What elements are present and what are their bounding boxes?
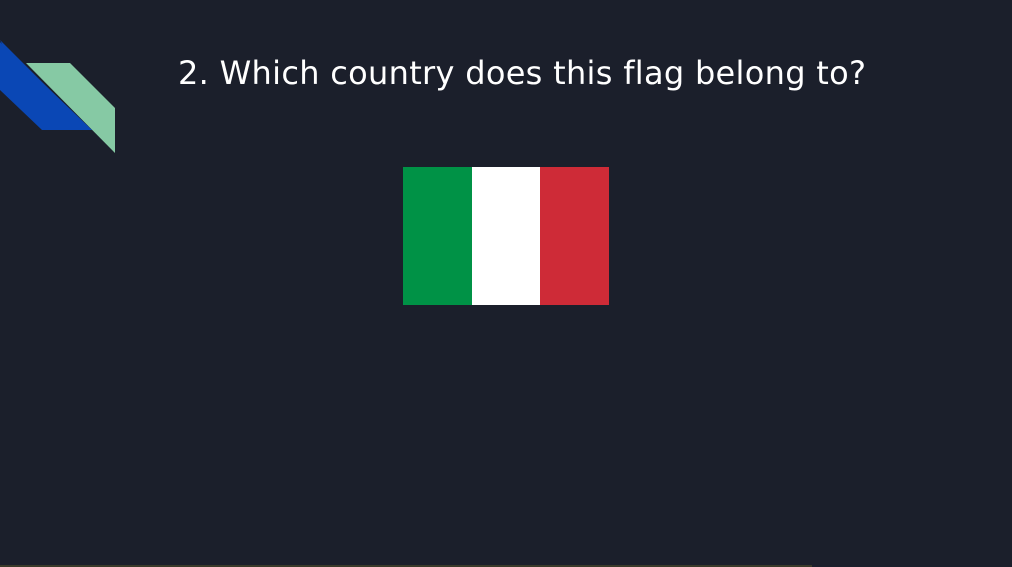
question-title: 2. Which country does this flag belong t…: [178, 54, 867, 92]
slide: 2. Which country does this flag belong t…: [0, 0, 1012, 567]
corner-ribbon-decoration: [0, 40, 115, 153]
flag-stripe-white: [471, 167, 541, 305]
flag-stripe-green: [403, 167, 472, 305]
flag-stripe-red: [540, 167, 610, 305]
italy-flag-icon: [403, 167, 610, 305]
